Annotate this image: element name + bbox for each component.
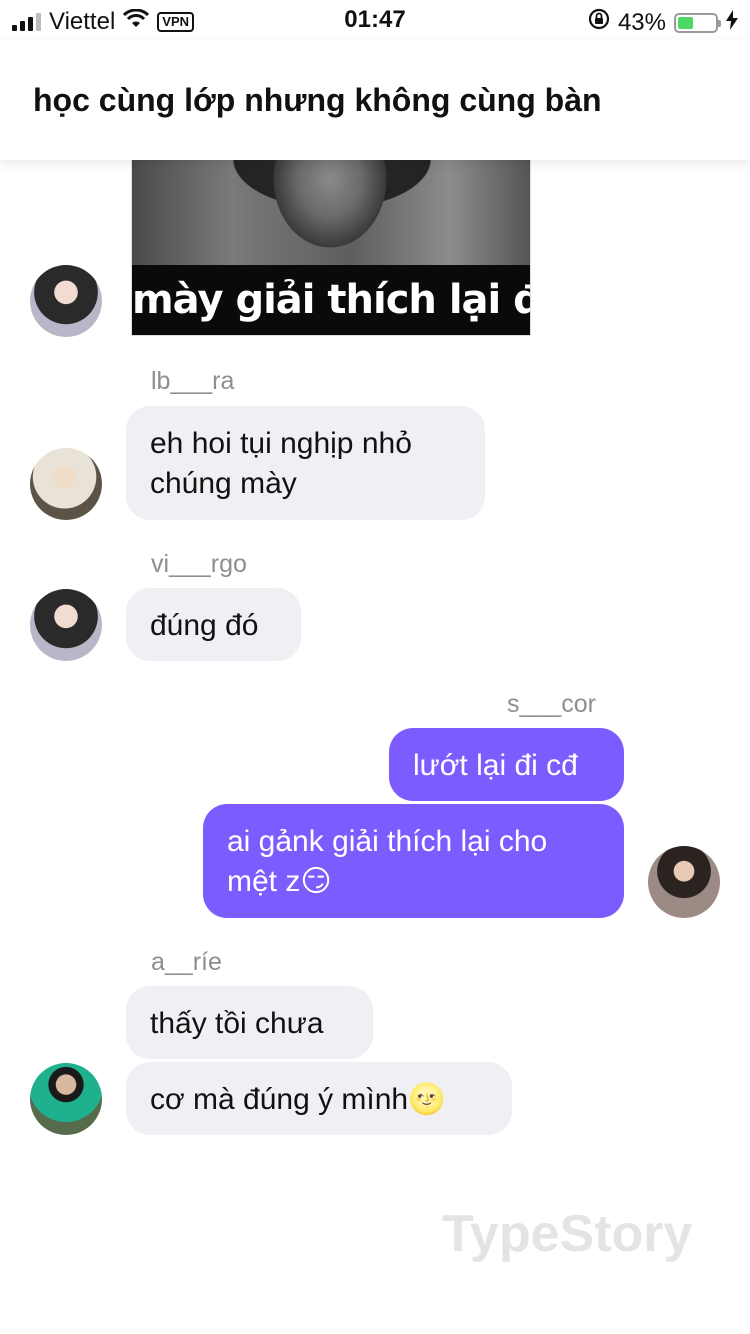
status-bar: Viettel VPN 01:47 43%	[0, 0, 750, 40]
message-bubble[interactable]: đúng đó	[126, 588, 301, 661]
message-bubble[interactable]: ai gảnk giải thích lại cho mệt z😏	[203, 804, 624, 918]
message-bubble[interactable]: lướt lại đi cđ	[389, 728, 624, 801]
meme-image[interactable]: mày giải thích lại đi	[131, 158, 531, 336]
charging-icon	[726, 9, 738, 37]
avatar[interactable]	[648, 846, 720, 918]
sender-name: lb___ra	[151, 367, 235, 395]
meme-caption: mày giải thích lại đi	[132, 265, 530, 335]
chat-header: học cùng lớp nhưng không cùng bàn	[0, 40, 750, 160]
chat-title: học cùng lớp nhưng không cùng bàn	[33, 82, 602, 118]
message-bubble[interactable]: cơ mà đúng ý mình🌝	[126, 1062, 512, 1135]
message-bubble[interactable]: thấy tồi chưa	[126, 986, 373, 1059]
battery-icon	[674, 12, 721, 33]
sender-name: s___cor	[507, 690, 596, 718]
avatar[interactable]	[30, 1063, 102, 1135]
message-bubble[interactable]: eh hoi tụi nghịp nhỏ chúng mày	[126, 406, 485, 520]
battery-percent: 43%	[617, 8, 666, 36]
watermark-logo: TypeStory	[442, 1205, 693, 1263]
meme-photo	[132, 159, 530, 267]
sender-name: a__ríe	[151, 948, 222, 976]
orientation-lock-icon	[588, 8, 610, 37]
avatar[interactable]	[30, 448, 102, 520]
sender-name: vi___rgo	[151, 550, 247, 578]
avatar[interactable]	[30, 589, 102, 661]
avatar[interactable]	[30, 265, 102, 337]
